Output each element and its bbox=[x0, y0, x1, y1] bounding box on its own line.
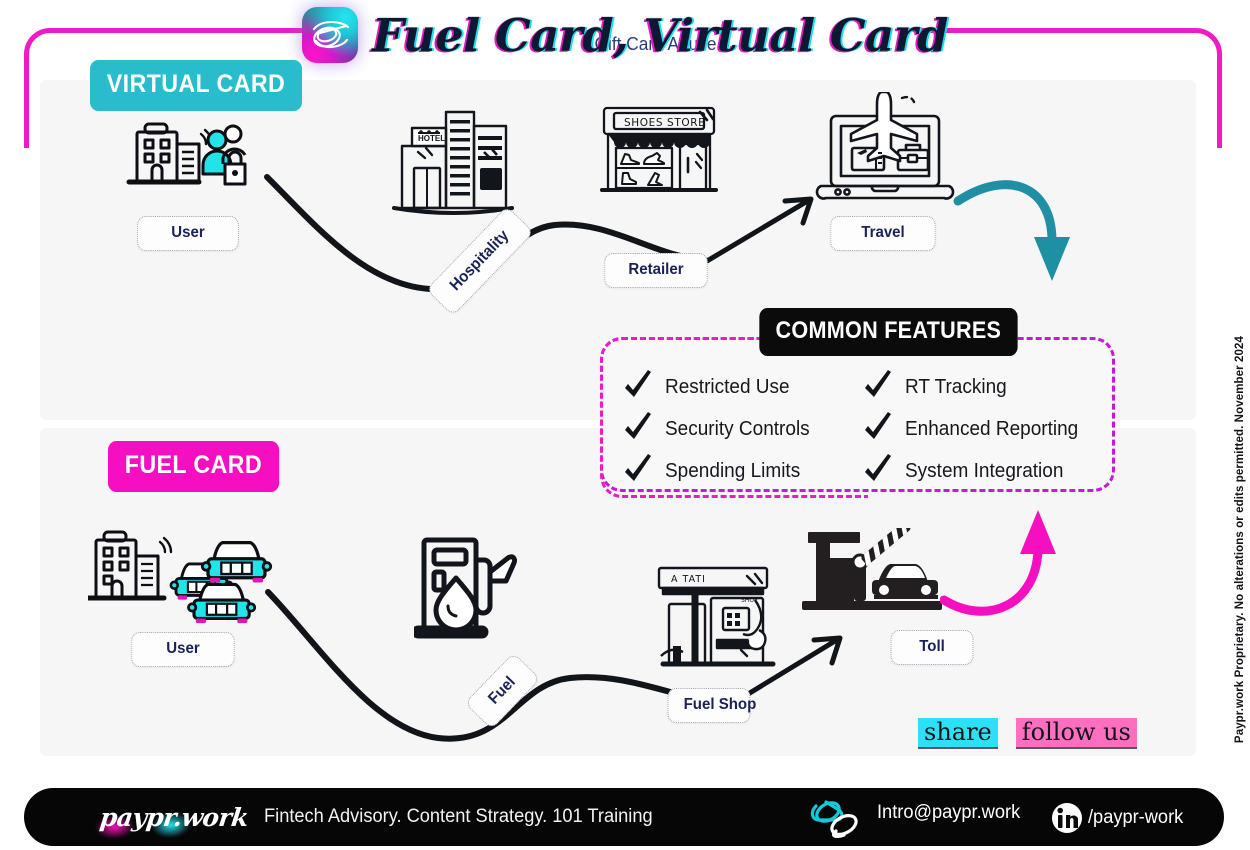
feature-label: Restricted Use bbox=[665, 375, 790, 398]
check-icon bbox=[864, 454, 891, 481]
feature-item: RT Tracking bbox=[861, 370, 1095, 404]
common-features-card: Restricted Use Security Controls Spendin… bbox=[600, 337, 1115, 498]
office-building-people-lock-icon bbox=[126, 122, 247, 186]
features-column-left: Restricted Use Security Controls Spendin… bbox=[621, 370, 855, 488]
feature-label: RT Tracking bbox=[904, 375, 1007, 398]
feature-label: Security Controls bbox=[665, 417, 810, 440]
linkedin-handle: /paypr-work bbox=[1087, 807, 1184, 828]
check-icon bbox=[625, 370, 651, 397]
linkedin-icon bbox=[1052, 803, 1082, 833]
check-icon bbox=[625, 454, 651, 481]
node-label-fuel-shop: Fuel Shop bbox=[667, 688, 756, 723]
node-label-virtual-user: User bbox=[137, 216, 239, 251]
magenta-flow-arrow-icon bbox=[940, 510, 1056, 616]
check-icon bbox=[864, 370, 891, 397]
node-label-travel: Travel bbox=[830, 216, 936, 251]
feature-item: Spending Limits bbox=[621, 454, 855, 488]
feature-item: Restricted Use bbox=[621, 370, 855, 404]
common-features-title: COMMON FEATURES bbox=[759, 308, 1018, 356]
footer-tagline: Fintech Advisory. Content Strategy. 101 … bbox=[263, 806, 653, 827]
office-building-fleet-cars-icon bbox=[88, 530, 273, 624]
share-link[interactable]: share bbox=[918, 718, 998, 749]
fuel-flow-connector bbox=[265, 589, 843, 742]
social-actions: share follow us bbox=[918, 718, 1137, 749]
feature-item: Enhanced Reporting bbox=[861, 412, 1095, 446]
node-label-fuel-user: User bbox=[131, 632, 235, 667]
section-badge-virtual-card: VIRTUAL CARD bbox=[90, 60, 302, 111]
feature-label: Enhanced Reporting bbox=[904, 417, 1078, 440]
virtual-flow-connector bbox=[264, 174, 814, 293]
linkedin-link[interactable]: /paypr-work bbox=[1050, 801, 1185, 835]
feature-label: Spending Limits bbox=[665, 459, 801, 482]
features-columns: Restricted Use Security Controls Spendin… bbox=[603, 370, 1112, 488]
node-label-toll: Toll bbox=[890, 630, 974, 665]
paperclip-icon bbox=[810, 800, 858, 838]
page-footer: paypr.work Fintech Advisory. Content Str… bbox=[24, 788, 1224, 846]
footer-email[interactable]: Intro@paypr.work bbox=[877, 802, 1020, 824]
feature-label: System Integration bbox=[904, 459, 1063, 482]
svg-text:SHOES STORE: SHOES STORE bbox=[624, 117, 705, 129]
node-label-retailer: Retailer bbox=[604, 253, 708, 288]
feature-item: Security Controls bbox=[621, 412, 855, 446]
svg-text:HOTEL: HOTEL bbox=[418, 134, 445, 143]
section-badge-fuel-card: FUEL CARD bbox=[108, 441, 279, 492]
infographic-canvas: Fuel Card, Virtual Card VIRTUAL CARD Use… bbox=[0, 0, 1250, 850]
copyright-notice: Paypr.work Proprietary. No alterations o… bbox=[1234, 336, 1246, 744]
footer-brand-logo: paypr.work bbox=[98, 802, 250, 832]
laptop-airplane-ticket-icon bbox=[815, 92, 955, 200]
check-icon bbox=[625, 412, 651, 439]
follow-us-link[interactable]: follow us bbox=[1015, 718, 1137, 749]
check-icon bbox=[864, 412, 891, 439]
page-title: Fuel Card, Virtual Card bbox=[372, 8, 948, 62]
features-column-right: RT Tracking Enhanced Reporting System In… bbox=[861, 370, 1095, 488]
paypr-scribble-logo-icon bbox=[302, 7, 359, 63]
teal-flow-arrow-icon bbox=[953, 180, 1070, 281]
feature-item: System Integration bbox=[861, 454, 1095, 488]
